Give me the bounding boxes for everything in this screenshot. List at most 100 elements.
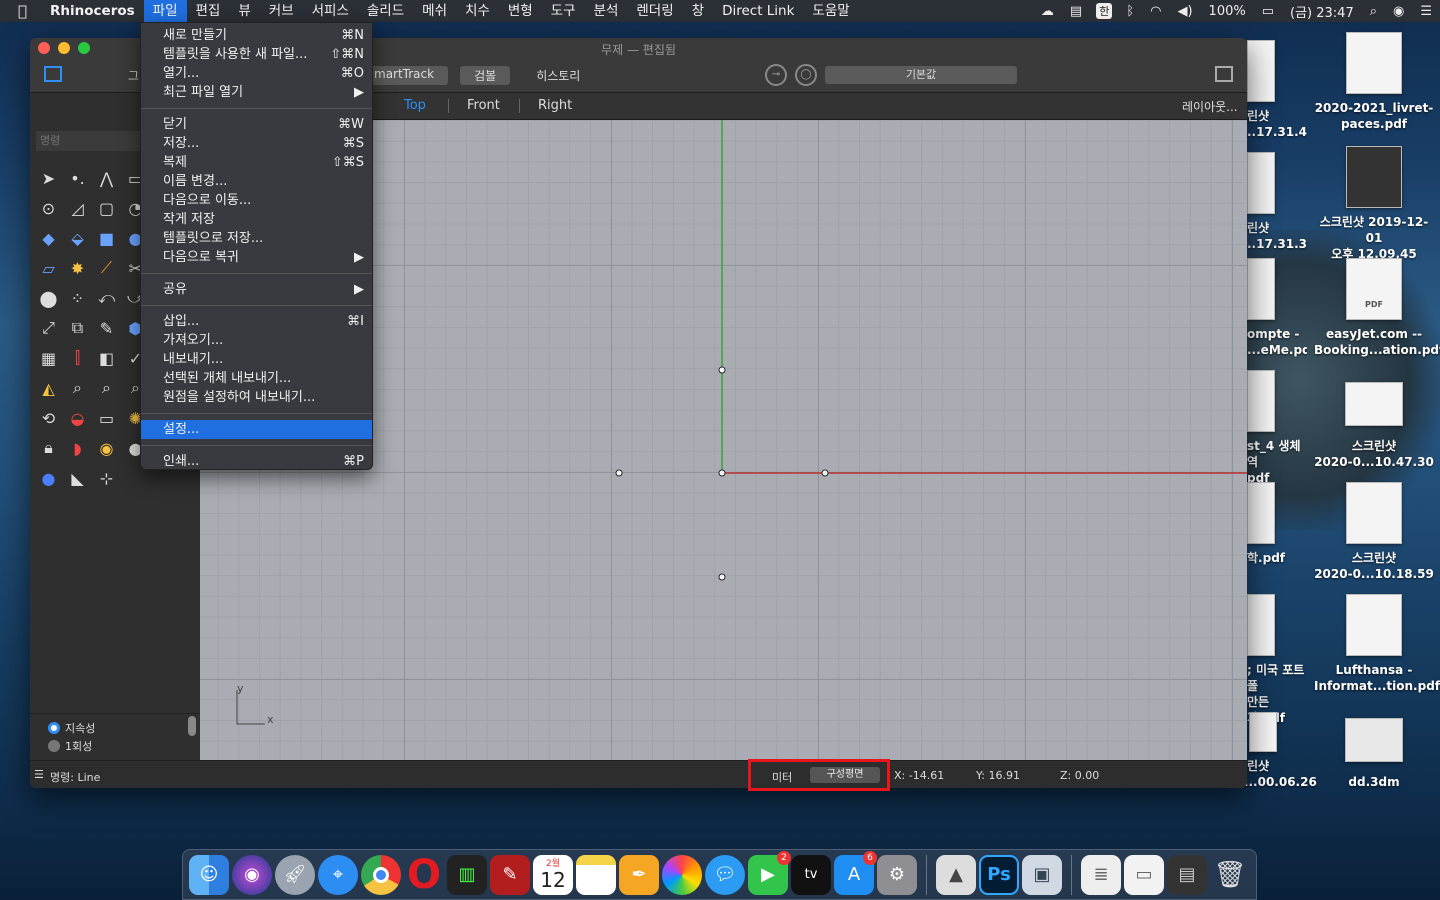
lock-tool-icon[interactable]: 🔒︎ (34, 433, 63, 463)
menu-item-share[interactable]: 공유 ▶ (141, 280, 372, 299)
layer-tool-icon[interactable]: ▭ (92, 403, 121, 433)
rotate-view-icon[interactable]: ⟲ (34, 403, 63, 433)
analyze-tool-icon[interactable]: ◧ (92, 343, 121, 373)
layout-button[interactable]: 레이아웃... (1182, 98, 1238, 115)
grid-array-icon[interactable]: ▦ (34, 343, 63, 373)
desktop-file-partial[interactable]: 린샷 ..17.31.34 (1247, 152, 1307, 252)
chrome-icon[interactable] (361, 854, 401, 895)
photos-icon[interactable] (662, 854, 702, 895)
menu-item-new[interactable]: 새로 만들기 ⌘N (141, 26, 372, 45)
material-tool-icon[interactable]: ◗ (63, 433, 92, 463)
pages-icon[interactable]: ✒ (619, 854, 659, 895)
spotlight-icon[interactable]: ⌕ (1362, 4, 1385, 19)
menu-analyze[interactable]: 분석 (585, 0, 628, 22)
gumball-button[interactable]: 검볼 (460, 66, 511, 85)
document-stack-icon[interactable]: ≣ (1081, 854, 1121, 895)
menu-item-export-selected[interactable]: 선택된 개체 내보내기... (141, 369, 372, 388)
menu-item-insert[interactable]: 삽입... ⌘I (141, 312, 372, 331)
chrome-download-icon[interactable]: ▭ (1124, 854, 1164, 895)
menu-item-export[interactable]: 내보내기... (141, 350, 372, 369)
tab-right[interactable]: Right (538, 98, 572, 113)
gumball-tool-icon[interactable]: ⊹ (92, 463, 121, 493)
battery-percent[interactable]: 100% (1201, 4, 1254, 19)
tab-front[interactable]: Front (467, 98, 500, 113)
surface-tool-icon[interactable]: ◆ (34, 223, 63, 253)
control-points-icon[interactable]: ⤢ (34, 313, 63, 343)
menu-item-export-with-origin[interactable]: 원점을 설정하여 내보내기... (141, 388, 372, 407)
explode-tool-icon[interactable]: ✸ (63, 253, 92, 283)
desktop-file-screenshot-3[interactable]: 스크린샷 2020-0...10.18.59 (1314, 482, 1434, 582)
dimension-tool-icon[interactable]: ⫿ (63, 343, 92, 373)
volume-icon[interactable]: ◀) (1169, 4, 1200, 19)
desktop-file-partial[interactable]: 린샷 ..17.31.45 (1247, 40, 1307, 140)
clock[interactable]: (금) 23:47 (1282, 2, 1362, 21)
zoom-window-icon[interactable]: ⌕ (92, 373, 121, 403)
menu-view[interactable]: 뷰 (229, 0, 259, 22)
menu-item-move-to[interactable]: 다음으로 이동... (141, 191, 372, 210)
menu-item-close[interactable]: 닫기 ⌘W (141, 115, 372, 134)
sidebar-toggle-icon[interactable] (44, 66, 62, 82)
menu-item-open-recent[interactable]: 최근 파일 열기 ▶ (141, 83, 372, 102)
notification-center-icon[interactable]: ☰ (1412, 4, 1440, 19)
drive-icon[interactable]: ▤ (1062, 4, 1090, 19)
menu-item-new-from-template[interactable]: 템플릿을 사용한 새 파일... ⇧⌘N (141, 45, 372, 64)
rhinoceros-icon[interactable]: ▲ (936, 854, 976, 895)
launchpad-icon[interactable]: 🚀︎ (275, 854, 315, 895)
menu-item-settings[interactable]: 설정... (141, 420, 372, 439)
app-menu[interactable]: Rhinoceros (41, 0, 144, 22)
extrude-tool-icon[interactable]: ⬙ (63, 223, 92, 253)
menu-help[interactable]: 도움말 (803, 0, 858, 22)
boolean-tool-icon[interactable]: ⬤ (34, 283, 63, 313)
menu-window[interactable]: 창 (683, 0, 713, 22)
calendar-icon[interactable]: 2월 12 (533, 854, 573, 895)
siri-icon[interactable]: ◉ (1385, 4, 1412, 19)
menu-file[interactable]: 파일 (143, 0, 187, 22)
photoshop-icon[interactable]: Ps (979, 854, 1019, 895)
polyline-tool-icon[interactable]: ⋀ (92, 163, 121, 193)
layer-select[interactable]: 기본값 (825, 66, 1017, 84)
siri-icon[interactable]: ◉ (232, 854, 272, 895)
menu-direct-link[interactable]: Direct Link (713, 0, 803, 22)
point-tool-icon[interactable]: •. (63, 163, 92, 193)
curve-edit-icon[interactable]: ⤺ (92, 283, 121, 313)
environment-tool-icon[interactable]: ● (34, 463, 63, 493)
snap-persistent-radio[interactable]: 지속성 (48, 720, 95, 736)
menu-tools[interactable]: 도구 (542, 0, 585, 22)
preview-icon[interactable]: ▣ (1022, 854, 1062, 895)
record-icon[interactable]: ◯ (795, 64, 817, 86)
color-wheel-icon[interactable]: ◉ (92, 433, 121, 463)
menu-surface[interactable]: 서피스 (303, 0, 358, 22)
notes-icon[interactable] (576, 854, 616, 895)
desktop-file-partial[interactable]: 학.pdf (1247, 482, 1307, 566)
desktop-file-lufthansa[interactable]: Lufthansa - Informat...tion.pdf (1314, 594, 1440, 694)
apple-tv-icon[interactable]: tv (791, 854, 831, 895)
menu-edit[interactable]: 편집 (187, 0, 230, 22)
apple-menu-icon[interactable]:  (0, 0, 41, 22)
box-tool-icon[interactable]: ■ (92, 223, 121, 253)
command-input[interactable] (36, 131, 140, 151)
menu-item-save-small[interactable]: 작게 저장 (141, 210, 372, 229)
panel-toggle-icon[interactable] (1215, 66, 1233, 82)
screenshot-stack-icon[interactable]: ▤ (1167, 854, 1207, 895)
menu-item-revert-to[interactable]: 다음으로 복귀 ▶ (141, 248, 372, 267)
osnap-icon[interactable]: ⊸ (765, 64, 787, 86)
menu-item-save-as-template[interactable]: 템플릿으로 저장... (141, 229, 372, 248)
plane-tool-icon[interactable]: ▱ (34, 253, 63, 283)
desktop-file-livret[interactable]: 2020-2021_livret- paces.pdf (1314, 32, 1434, 132)
menu-transform[interactable]: 변형 (499, 0, 542, 22)
desktop-file-screenshot-1[interactable]: 스크린샷 2019-12-01 오후 12.09.45 (1314, 146, 1434, 262)
menu-render[interactable]: 렌더링 (627, 0, 682, 22)
activity-monitor-icon[interactable]: ▥ (447, 854, 487, 895)
trash-icon[interactable]: 🗑︎ (1210, 855, 1250, 895)
desktop-file-partial[interactable]: ; 미국 포트폴 만든가.pdf (1247, 594, 1307, 726)
menu-item-import[interactable]: 가져오기... (141, 331, 372, 350)
facetime-icon[interactable]: ▶ 2 (748, 850, 791, 895)
battery-icon[interactable]: ▭ (1254, 4, 1282, 19)
creative-cloud-icon[interactable]: ☁ (1033, 4, 1062, 19)
render-tool-icon[interactable]: ◭ (34, 373, 63, 403)
desktop-file-dd3dm[interactable]: dd.3dm (1314, 706, 1434, 790)
menu-item-save[interactable]: 저장... ⌘S (141, 134, 372, 153)
menu-item-duplicate[interactable]: 복제 ⇧⌘S (141, 153, 372, 172)
history-button[interactable]: 히스토리 (522, 66, 594, 85)
array-tool-icon[interactable]: ⧉ (63, 313, 92, 343)
